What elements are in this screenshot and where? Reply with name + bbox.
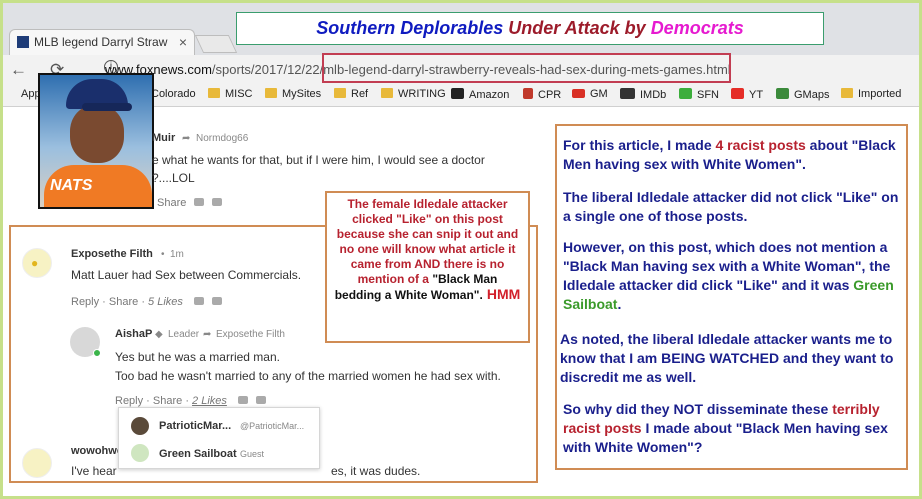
bookmark-imported[interactable]: Imported [841, 88, 901, 100]
annotation-hmm: HMM [486, 286, 521, 302]
comment2-bullet: • [161, 249, 165, 260]
thumb-down-icon[interactable] [212, 198, 223, 206]
right-paragraph-1: For this article, I made 4 racist posts … [563, 137, 896, 172]
comment1-line1: e what he wants for that, but if I were … [152, 153, 485, 167]
comment4-text-start: I've hear [71, 464, 117, 478]
bookmark-misc[interactable]: MISC [208, 88, 253, 100]
comment1-reply-arrow-icon: ➦ [182, 133, 191, 144]
comment1-share[interactable]: Share [157, 197, 223, 209]
thumb-up-icon[interactable] [194, 198, 205, 206]
bookmark-mysites[interactable]: MySites [265, 88, 321, 100]
comment3-reply-to[interactable]: Exposethe Filth [216, 329, 285, 340]
user1-avatar[interactable] [131, 417, 149, 435]
bookmark-yt[interactable]: YT [731, 88, 763, 101]
jersey-text: NATS [50, 177, 93, 194]
gmail-icon [572, 89, 585, 98]
tab-title: MLB legend Darryl Straw [34, 35, 168, 49]
comment3-reply-arrow-icon: ➦ [203, 329, 212, 340]
headline-banner: Southern Deplorables Under Attack by Dem… [236, 12, 824, 45]
comment4-avatar[interactable] [22, 448, 52, 478]
new-tab-button[interactable] [194, 35, 238, 53]
comment2-author[interactable]: Exposethe Filth [71, 248, 153, 260]
annotation-female-attacker: The female Idledale attacker clicked "Li… [325, 191, 530, 343]
folder-icon [265, 88, 277, 98]
folder-icon [381, 88, 393, 98]
bookmark-imdb[interactable]: IMDb [620, 88, 666, 101]
sfn-icon [679, 88, 692, 99]
user2-avatar[interactable] [131, 444, 149, 462]
comment4-text-end: es, it was dudes. [331, 464, 421, 478]
user1-handle: @PatrioticMar... [240, 421, 305, 431]
comment3-actions: Reply · Share · 2 Likes [115, 395, 266, 407]
right-paragraph-3: However, on this post, which does not me… [563, 239, 894, 312]
comment1-author[interactable]: Muir [152, 132, 175, 144]
comment2-likes[interactable]: 5 Likes [148, 296, 183, 308]
thumb-up-icon[interactable] [237, 396, 248, 404]
bookmark-gmaps[interactable]: GMaps [776, 88, 829, 101]
bookmark-gm[interactable]: GM [572, 88, 608, 100]
right-paragraph-4: As noted, the liberal Idledale attacker … [560, 331, 894, 385]
comment2-text: Matt Lauer had Sex between Commercials. [71, 268, 302, 282]
folder-icon [334, 88, 346, 98]
youtube-icon [731, 88, 744, 99]
user2-name[interactable]: Green Sailboat [159, 448, 237, 460]
leader-badge-icon: ◆ [155, 329, 163, 340]
online-indicator [93, 349, 101, 357]
tab-close-icon[interactable]: × [179, 30, 187, 54]
amazon-icon [451, 88, 464, 99]
gmaps-icon [776, 88, 789, 99]
headline-part3: Democrats [650, 18, 744, 38]
bookmark-colorado[interactable]: Colorado [151, 88, 196, 100]
foxnews-favicon-icon [17, 36, 29, 48]
folder-icon [208, 88, 220, 98]
thumb-down-icon[interactable] [211, 297, 222, 305]
face-shape [70, 105, 124, 163]
comment2-share-button[interactable]: Share [109, 296, 138, 308]
comment3-author[interactable]: AishaP [115, 328, 152, 340]
headline-part1: Southern Deplorables [316, 18, 504, 38]
comment3-reply-button[interactable]: Reply [115, 395, 143, 407]
comment2-time: 1m [170, 249, 184, 260]
user1-name[interactable]: PatrioticMar... [159, 420, 231, 432]
right-paragraph-2: The liberal Idledale attacker did not cl… [563, 189, 899, 224]
thumb-down-icon[interactable] [255, 396, 266, 404]
comment3-role: Leader [168, 329, 200, 340]
bookmark-cpr[interactable]: CPR [523, 88, 561, 101]
imdb-icon [620, 88, 635, 99]
url-highlight-box [322, 53, 731, 83]
player-photo: NATS [38, 73, 154, 209]
bookmark-ref[interactable]: Ref [334, 88, 368, 100]
bookmark-amazon[interactable]: Amazon [451, 88, 509, 101]
comment4-author[interactable]: wowohwo [71, 445, 124, 457]
duck-avatar-icon: ● [31, 256, 39, 270]
comment1-line2: ?....LOL [152, 171, 195, 185]
comment2-reply-button[interactable]: Reply [71, 296, 99, 308]
annotation-right-box: For this article, I made 4 racist posts … [555, 124, 908, 470]
comment3-line2: Too bad he wasn't married to any of the … [115, 369, 501, 383]
right-paragraph-5: So why did they NOT disseminate these te… [563, 401, 888, 455]
cpr-icon [523, 88, 533, 99]
bookmark-writing[interactable]: WRITING [381, 88, 446, 100]
bookmark-sfn[interactable]: SFN [679, 88, 719, 101]
comment2-actions: Reply · Share · 5 Likes [71, 296, 222, 308]
folder-icon [841, 88, 853, 98]
comment3-share-button[interactable]: Share [153, 395, 182, 407]
comment3-likes[interactable]: 2 Likes [192, 395, 227, 407]
comment1-reply-to[interactable]: Normdog66 [196, 133, 248, 144]
likes-popup: PatrioticMar... @PatrioticMar... Green S… [118, 407, 320, 469]
user2-handle: Guest [240, 449, 265, 459]
thumb-up-icon[interactable] [193, 297, 204, 305]
cap-brim-shape [82, 103, 132, 111]
comment3-line1: Yes but he was a married man. [115, 350, 280, 364]
browser-tab[interactable]: MLB legend Darryl Straw × [9, 29, 195, 55]
headline-part2: Under Attack by [508, 18, 646, 38]
back-arrow-icon[interactable]: ← [10, 60, 27, 80]
